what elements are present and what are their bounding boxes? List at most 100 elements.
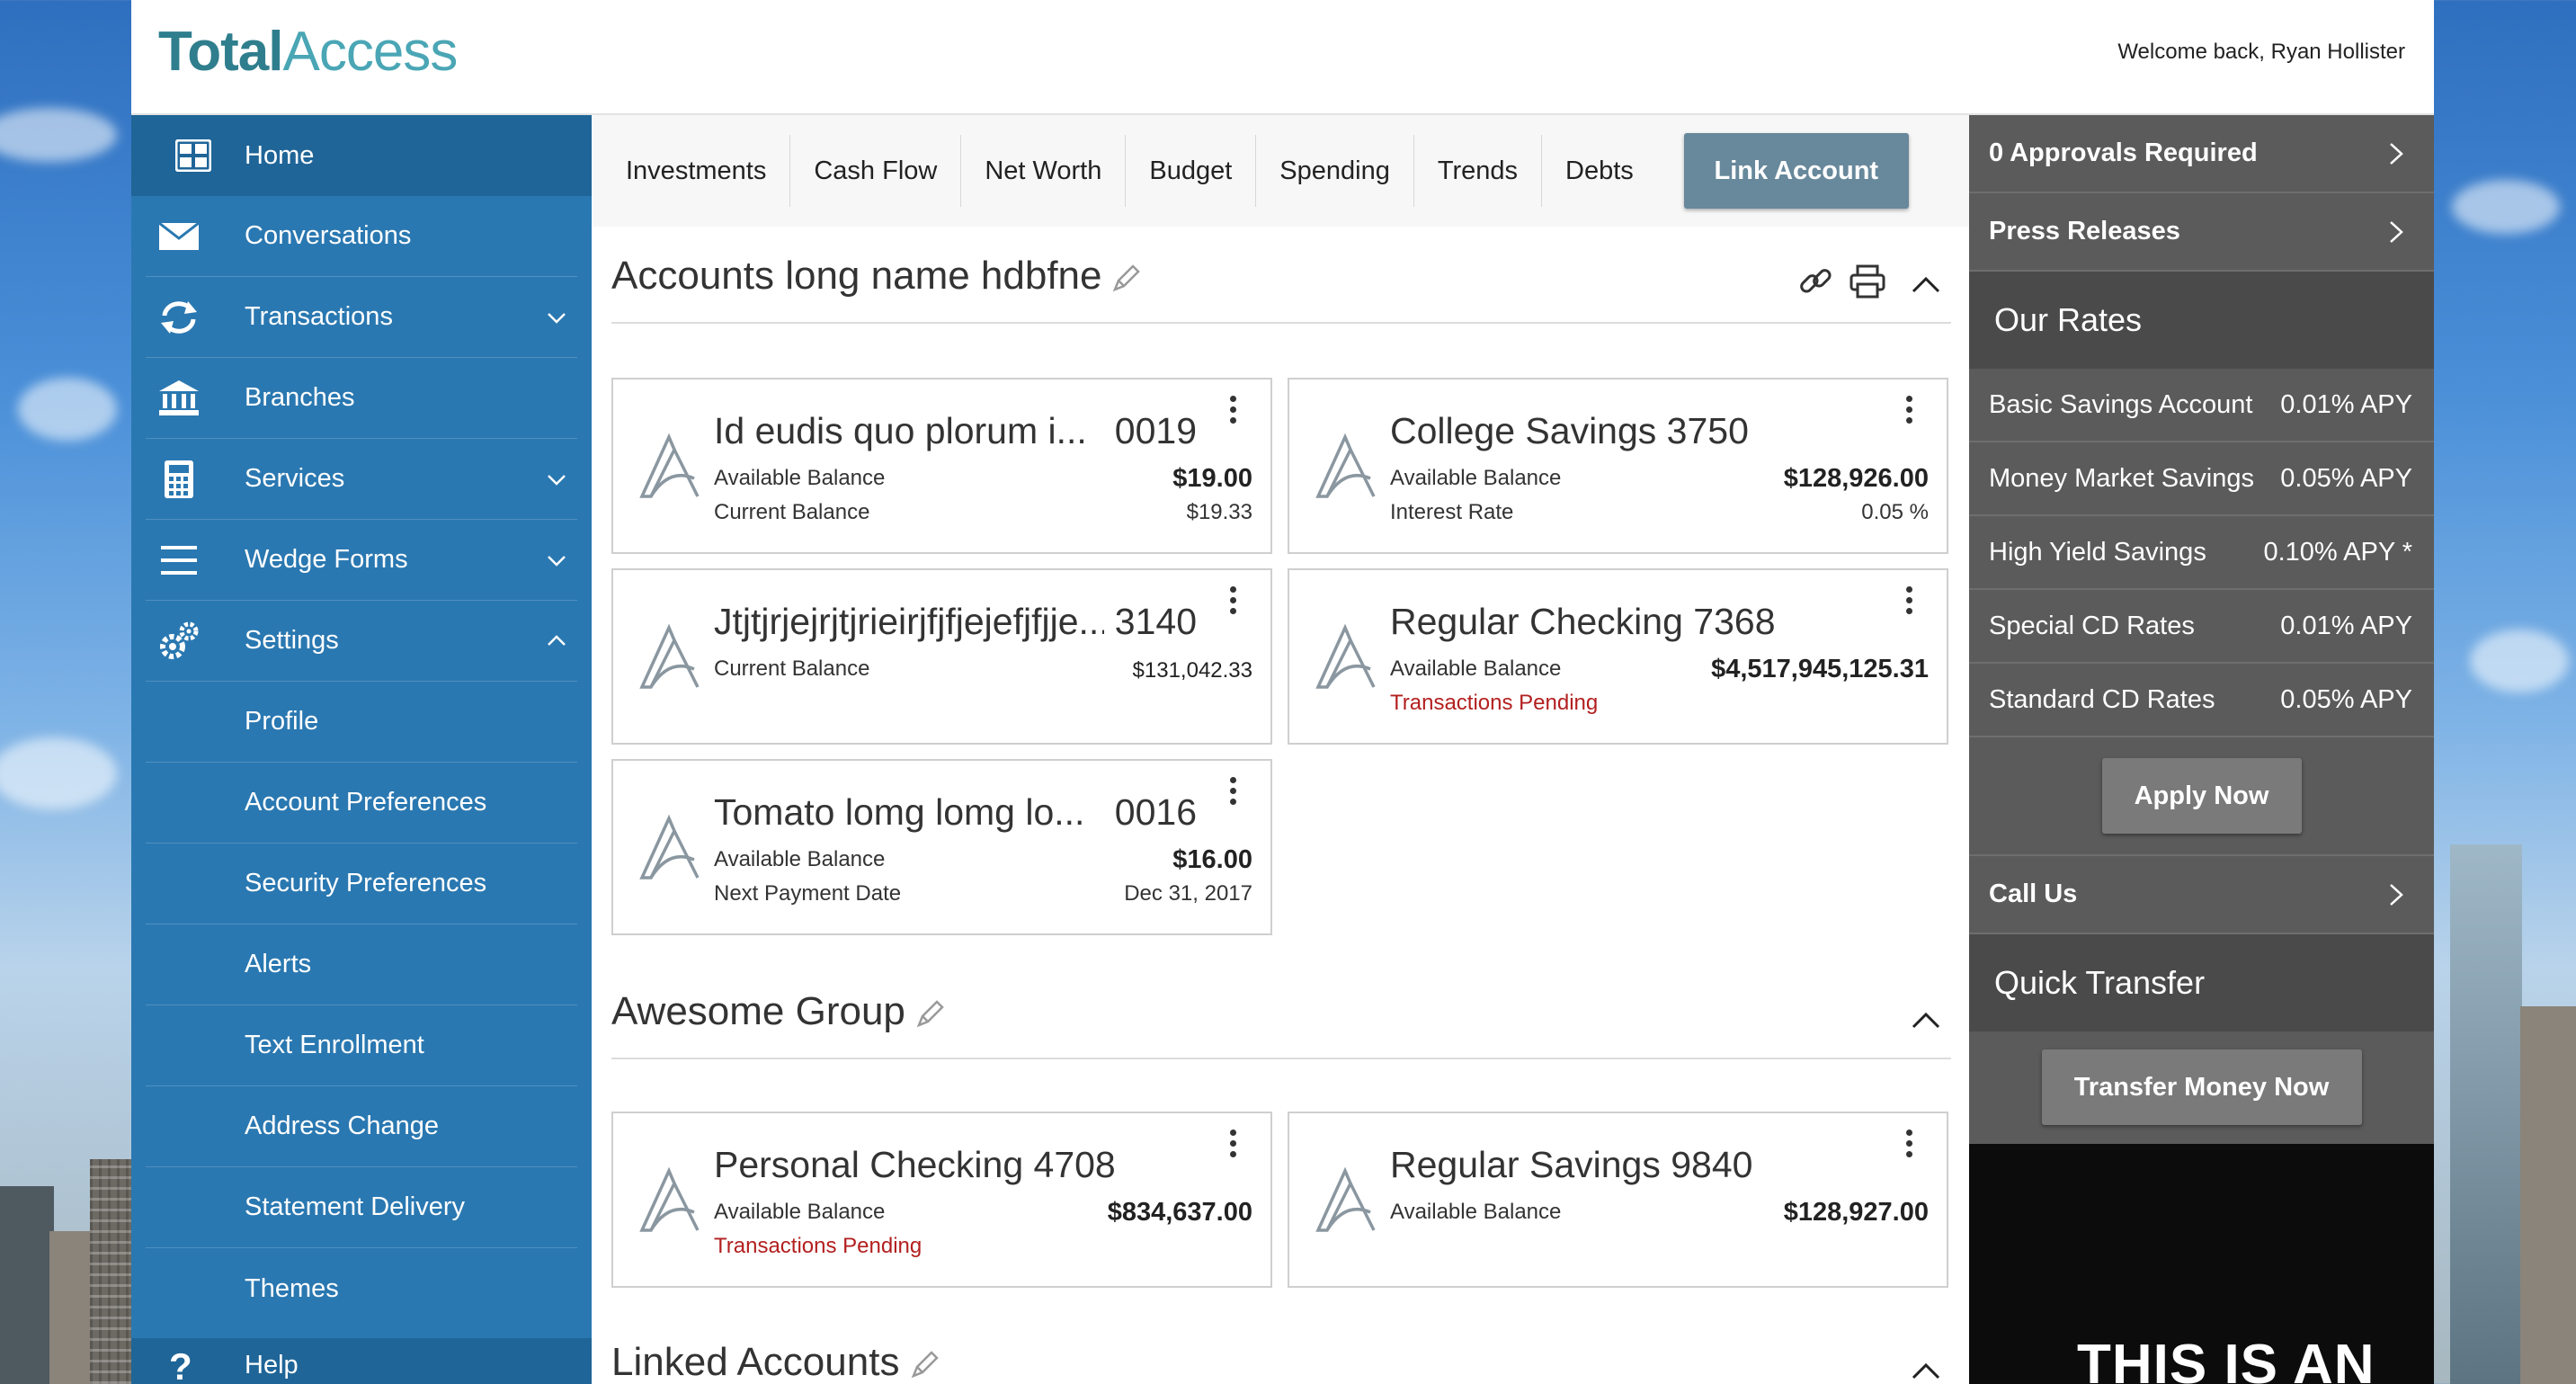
sidebar-item-branches[interactable]: Branches	[146, 358, 577, 439]
account-card[interactable]: Personal Checking 4708 Available Balance…	[611, 1112, 1272, 1288]
more-options-icon[interactable]	[1227, 1126, 1238, 1165]
chevron-right-icon	[2390, 220, 2403, 243]
balance-label: Available Balance	[1390, 466, 1562, 490]
sidebar-subitem-alerts[interactable]: Alerts	[146, 924, 577, 1005]
pencil-icon[interactable]	[910, 1349, 940, 1380]
bank-logo-icon	[1315, 1166, 1376, 1232]
rate-value: 0.05% APY	[2280, 464, 2412, 493]
group-title: Accounts long name hdbfne	[611, 254, 1102, 298]
rate-value: 0.01% APY	[2280, 612, 2412, 640]
sidebar-item-settings[interactable]: Settings	[146, 601, 577, 682]
more-options-icon[interactable]	[1227, 583, 1238, 622]
account-name: Jtjtjrjejrjtjrieirjfjfjejefjfjje...	[714, 601, 1104, 642]
chevron-up-icon	[548, 634, 566, 646]
tab-investments[interactable]: Investments	[602, 135, 791, 207]
more-options-icon[interactable]	[1903, 1126, 1914, 1165]
rate-row: Standard CD Rates 0.05% APY	[1969, 664, 2434, 737]
apply-now-button[interactable]: Apply Now	[2101, 758, 2302, 834]
envelope-icon	[158, 216, 200, 257]
sidebar-item-wedge-forms[interactable]: Wedge Forms	[146, 520, 577, 601]
transactions-pending-label[interactable]: Transactions Pending	[714, 1234, 922, 1259]
press-releases-row[interactable]: Press Releases	[1969, 193, 2434, 272]
more-options-icon[interactable]	[1227, 773, 1238, 813]
background-scenery-left	[0, 0, 131, 1384]
account-card[interactable]: Jtjtjrjejrjtjrieirjfjfjejefjfjje... 3140…	[611, 568, 1272, 745]
more-options-icon[interactable]	[1903, 583, 1914, 622]
tab-spending[interactable]: Spending	[1256, 135, 1414, 207]
chevron-down-icon	[548, 555, 566, 567]
tab-debts[interactable]: Debts	[1542, 135, 1657, 207]
collapse-caret-icon[interactable]	[1910, 1009, 1942, 1032]
tab-net-worth[interactable]: Net Worth	[961, 135, 1127, 207]
logo[interactable]: TotalAccess	[158, 20, 459, 84]
sidebar-item-transactions[interactable]: Transactions	[146, 277, 577, 358]
account-name: Tomato lomg lomg lo...	[714, 791, 1085, 833]
sidebar-item-label: Settings	[245, 626, 339, 655]
sidebar-item-label: Conversations	[245, 221, 412, 250]
sidebar-subitem-label: Text Enrollment	[245, 1031, 424, 1059]
account-card[interactable]: Tomato lomg lomg lo... 0016 Available Ba…	[611, 759, 1272, 935]
sidebar-subitem-account-preferences[interactable]: Account Preferences	[146, 763, 577, 844]
sidebar-subitem-label: Themes	[245, 1273, 339, 1303]
quick-transfer-heading: Quick Transfer	[1969, 934, 2434, 1031]
header: TotalAccess Welcome back, Ryan Hollister	[131, 0, 2434, 115]
sidebar-item-home[interactable]: Home	[131, 115, 592, 196]
link-account-button[interactable]: Link Account	[1683, 133, 1909, 209]
account-card[interactable]: Id eudis quo plorum i... 0019 Available …	[611, 378, 1272, 554]
rate-name: Basic Savings Account	[1989, 390, 2253, 419]
rate-name: Standard CD Rates	[1989, 685, 2215, 714]
rate-row: High Yield Savings 0.10% APY *	[1969, 516, 2434, 590]
account-name: Regular Savings 9840	[1390, 1144, 1753, 1185]
logo-text-access: Access	[282, 21, 459, 83]
print-icon[interactable]	[1849, 263, 1886, 300]
more-options-icon[interactable]	[1903, 392, 1914, 432]
transfer-money-now-button[interactable]: Transfer Money Now	[2041, 1049, 2362, 1125]
tab-cash-flow[interactable]: Cash Flow	[790, 135, 962, 207]
sidebar-subitem-address-change[interactable]: Address Change	[146, 1086, 577, 1167]
balance-label-secondary: Next Payment Date	[714, 881, 902, 906]
collapse-caret-icon[interactable]	[1910, 1360, 1942, 1383]
tab-trends[interactable]: Trends	[1414, 135, 1543, 207]
balance-label: Available Balance	[1390, 1200, 1562, 1224]
account-card[interactable]: Regular Savings 9840 Available Balance $…	[1288, 1112, 1948, 1288]
pencil-icon[interactable]	[915, 998, 946, 1029]
advertisement-banner[interactable]: THIS IS AN	[1969, 1144, 2434, 1384]
background-scenery-right	[2434, 0, 2576, 1384]
bank-icon	[158, 378, 200, 419]
transactions-pending-label[interactable]: Transactions Pending	[1390, 691, 1598, 716]
bank-logo-icon	[1315, 433, 1376, 498]
sidebar-item-label: Home	[245, 140, 315, 170]
account-name: Regular Checking 7368	[1390, 601, 1776, 642]
sidebar-subitem-security-preferences[interactable]: Security Preferences	[146, 844, 577, 924]
balance-label-secondary: Current Balance	[714, 500, 870, 524]
tab-budget[interactable]: Budget	[1126, 135, 1257, 207]
collapse-caret-icon[interactable]	[1910, 273, 1942, 297]
sidebar-item-services[interactable]: Services	[146, 439, 577, 520]
sidebar-subitem-text-enrollment[interactable]: Text Enrollment	[146, 1005, 577, 1086]
apply-now-wrapper: Apply Now	[1969, 737, 2434, 856]
balance-value: $131,042.33	[1132, 658, 1252, 683]
bank-logo-icon	[639, 814, 700, 880]
sidebar-item-label: Help	[245, 1351, 299, 1380]
pencil-icon[interactable]	[1111, 263, 1142, 293]
chevron-right-icon	[2390, 883, 2403, 906]
balance-value: $128,926.00	[1783, 464, 1929, 493]
more-options-icon[interactable]	[1227, 392, 1238, 432]
account-number: 0019	[1114, 410, 1197, 451]
approvals-required-row[interactable]: 0 Approvals Required	[1969, 115, 2434, 193]
sidebar-subitem-profile[interactable]: Profile	[146, 682, 577, 763]
rate-name: Special CD Rates	[1989, 612, 2195, 640]
sidebar-item-label: Branches	[245, 383, 355, 412]
sidebar-subitem-statement-delivery[interactable]: Statement Delivery	[146, 1167, 577, 1248]
sidebar-item-conversations[interactable]: Conversations	[146, 196, 577, 277]
balance-value-secondary: Dec 31, 2017	[1124, 881, 1252, 906]
account-card[interactable]: College Savings 3750 Available Balance $…	[1288, 378, 1948, 554]
sidebar-item-help[interactable]: ? Help	[131, 1338, 592, 1384]
account-card[interactable]: Regular Checking 7368 Available Balance …	[1288, 568, 1948, 745]
link-icon[interactable]	[1796, 263, 1834, 300]
welcome-message: Welcome back, Ryan Hollister	[2117, 40, 2405, 64]
refresh-icon	[158, 297, 200, 338]
sidebar-subitem-themes[interactable]: Themes	[146, 1248, 577, 1329]
call-us-row[interactable]: Call Us	[1969, 856, 2434, 934]
bank-logo-icon	[639, 1166, 700, 1232]
